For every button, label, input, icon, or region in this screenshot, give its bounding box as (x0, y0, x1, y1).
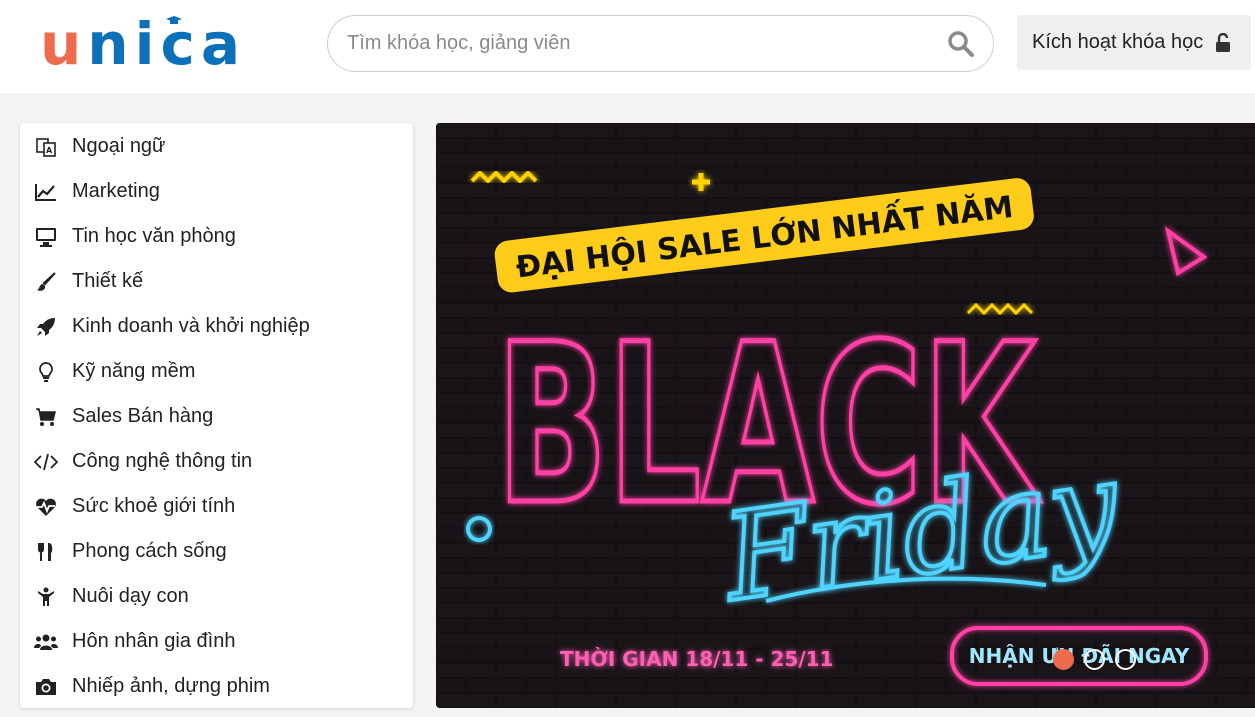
menu-item-kinh-doanh[interactable]: Kinh doanh và khởi nghiệp (20, 304, 413, 349)
menu-item-label: Sales Bán hàng (72, 405, 214, 427)
menu-item-tin-hoc-van-phong[interactable]: Tin học văn phòng (20, 214, 413, 259)
rocket-icon (34, 316, 58, 338)
cutlery-icon (34, 541, 58, 563)
carousel-dot-1[interactable] (1053, 649, 1074, 670)
paint-brush-icon (34, 271, 58, 293)
menu-item-label: Nhiếp ảnh, dựng phim (72, 675, 270, 697)
menu-item-suc-khoe[interactable]: Sức khoẻ giới tính (20, 484, 413, 529)
category-menu: A Ngoại ngữ Marketing Tin học văn phòng … (20, 123, 413, 708)
menu-item-nhiep-anh[interactable]: Nhiếp ảnh, dựng phim (20, 664, 413, 709)
menu-item-label: Ngoại ngữ (72, 135, 166, 157)
search-input[interactable] (347, 32, 927, 55)
activate-course-label: Kích hoạt khóa học (1032, 31, 1204, 53)
menu-item-sales[interactable]: Sales Bán hàng (20, 394, 413, 439)
menu-item-hon-nhan[interactable]: Hôn nhân gia đình (20, 619, 413, 664)
code-icon (34, 451, 58, 473)
search-bar (327, 15, 994, 72)
menu-item-label: Hôn nhân gia đình (72, 630, 236, 652)
search-icon[interactable] (947, 30, 975, 58)
carousel-dots (1053, 649, 1136, 670)
site-header: unica Kích hoạt khóa học (0, 0, 1255, 93)
unica-logo[interactable]: unica (40, 14, 255, 74)
unlock-icon (1216, 32, 1231, 52)
menu-item-label: Tin học văn phòng (72, 225, 236, 247)
sale-period: THỜI GIAN 18/11 - 25/11 (560, 647, 833, 671)
child-icon (34, 586, 58, 608)
cart-icon (34, 406, 58, 428)
carousel-dot-2[interactable] (1084, 649, 1105, 670)
desktop-icon (34, 226, 58, 248)
menu-item-cong-nghe-thong-tin[interactable]: Công nghệ thông tin (20, 439, 413, 484)
lightbulb-icon (34, 361, 58, 383)
chart-line-icon (34, 181, 58, 203)
menu-item-label: Kinh doanh và khởi nghiệp (72, 315, 310, 337)
menu-item-label: Nuôi dạy con (72, 585, 189, 607)
promo-banner[interactable]: ĐẠI HỘI SALE LỚN NHẤT NĂM BLACK Friday T… (436, 123, 1255, 708)
menu-item-ky-nang-mem[interactable]: Kỹ năng mềm (20, 349, 413, 394)
menu-item-nuoi-day-con[interactable]: Nuôi dạy con (20, 574, 413, 619)
users-icon (34, 631, 58, 653)
menu-item-label: Thiết kế (72, 270, 144, 292)
language-icon: A (34, 136, 58, 158)
menu-item-label: Công nghệ thông tin (72, 450, 253, 472)
activate-course-button[interactable]: Kích hoạt khóa học (1017, 15, 1251, 70)
heartbeat-icon (34, 496, 58, 518)
black-friday-artwork: ĐẠI HỘI SALE LỚN NHẤT NĂM BLACK Friday T… (436, 123, 1255, 708)
carousel-dot-3[interactable] (1115, 649, 1136, 670)
menu-item-label: Marketing (72, 180, 160, 202)
menu-item-ngoai-ngu[interactable]: A Ngoại ngữ (20, 124, 413, 169)
menu-item-marketing[interactable]: Marketing (20, 169, 413, 214)
camera-icon (34, 676, 58, 698)
menu-item-thiet-ke[interactable]: Thiết kế (20, 259, 413, 304)
svg-text:A: A (46, 146, 53, 155)
menu-item-label: Kỹ năng mềm (72, 360, 196, 382)
menu-item-phong-cach-song[interactable]: Phong cách sống (20, 529, 413, 574)
menu-item-label: Phong cách sống (72, 540, 227, 562)
menu-item-label: Sức khoẻ giới tính (72, 495, 236, 517)
graduation-cap-icon (166, 16, 182, 24)
